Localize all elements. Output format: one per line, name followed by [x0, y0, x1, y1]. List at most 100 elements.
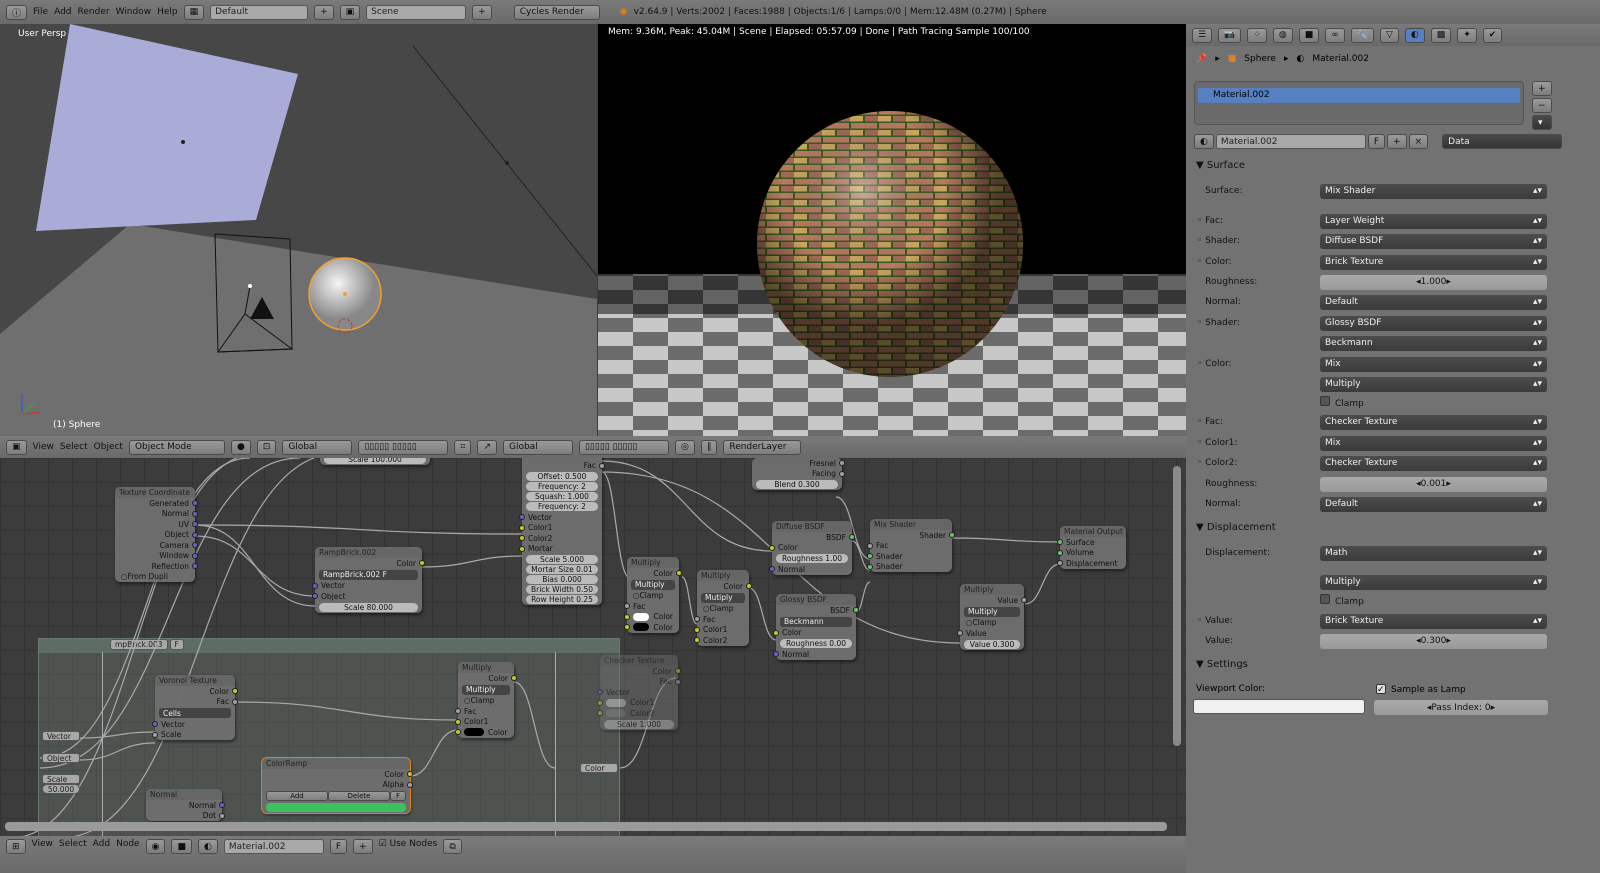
link-select[interactable]: Data [1442, 134, 1563, 149]
socket-out[interactable] [599, 462, 605, 469]
menu-select[interactable]: Select [60, 442, 88, 452]
socket-out[interactable] [219, 812, 225, 819]
node-row[interactable]: Cells [159, 708, 231, 718]
unlink-material-button[interactable]: × [1408, 134, 1429, 149]
colorramp-gradient[interactable] [266, 802, 406, 812]
group-scale-value[interactable]: 50.000 [42, 784, 80, 794]
node-link-menu[interactable]: Mix ▴▾ [1320, 356, 1547, 372]
node-link-menu[interactable]: Mix ▴▾ [1320, 435, 1547, 451]
node-row[interactable]: Multiply [964, 606, 1020, 617]
node-link-menu[interactable]: Checker Texture ▴▾ [1320, 414, 1547, 430]
use-nodes-checkbox[interactable]: ☑ Use Nodes [379, 839, 438, 849]
node-row[interactable]: Roughness 1.00 [776, 554, 848, 563]
material-tab[interactable]: ◐ [1404, 27, 1425, 43]
panel-surface[interactable]: ▼ Surface [1196, 160, 1245, 171]
socket-in[interactable] [312, 582, 318, 589]
socket-out[interactable] [407, 771, 413, 777]
socket-in[interactable] [1057, 549, 1063, 556]
socket-link-icon[interactable]: ◦ [1197, 458, 1205, 468]
menu-select[interactable]: Select [59, 839, 87, 849]
world-tab[interactable]: ◍ [1272, 27, 1293, 43]
layers-tab[interactable]: ⁘ [1247, 27, 1267, 43]
socket-in[interactable] [455, 718, 461, 725]
3d-viewport[interactable]: User Persp (1) Sphere [0, 24, 597, 436]
node-multiply[interactable]: Multiply Value Multiply ○ Clamp Value Value 0… [957, 584, 1027, 650]
constraints-tab[interactable]: ∞ [1325, 27, 1345, 43]
material-name-field[interactable]: Material.002 [1215, 134, 1366, 149]
menu-add[interactable]: Add [93, 839, 110, 849]
node-checker-texture[interactable]: Checker Texture Color Fac Vector Color1 Color… [597, 655, 681, 730]
particles-tab[interactable]: ✦ [1457, 27, 1477, 43]
socket-in[interactable] [773, 651, 779, 657]
menu-render[interactable]: Render [78, 7, 110, 17]
group-input-scale[interactable]: Scale [42, 774, 80, 784]
node-link-menu[interactable]: Math ▴▾ [1320, 545, 1547, 561]
orientation-select[interactable]: Global [282, 439, 353, 455]
node-editor[interactable]: mpBrick.003 F Scale 100.000 Texture Coord… [0, 458, 1186, 836]
socket-out[interactable] [192, 552, 198, 559]
socket-link-icon[interactable]: ◦ [1197, 236, 1205, 246]
socket-link-icon[interactable]: ◦ [1197, 438, 1205, 448]
add-slot-button[interactable]: + [1532, 81, 1552, 96]
socket-out[interactable] [839, 460, 845, 466]
node-link-menu[interactable]: Diffuse BSDF ▴▾ [1320, 233, 1547, 249]
node-link-menu[interactable]: Brick Texture ▴▾ [1320, 254, 1547, 270]
node-row[interactable]: Frequency: 2 [526, 502, 598, 511]
group-input-object[interactable]: Object [42, 753, 80, 763]
socket-out[interactable] [192, 563, 198, 569]
socket-out[interactable] [192, 500, 198, 506]
node-voronoi-texture[interactable]: Voronoi Texture Color Fac Cells Vector Scale [152, 675, 238, 740]
render-tab[interactable]: 📷 [1218, 27, 1242, 43]
socket-in[interactable] [957, 630, 963, 636]
color-swatch[interactable] [633, 612, 650, 621]
viewport-color-swatch[interactable] [1193, 699, 1365, 714]
editor-type-button[interactable]: ⓘ [6, 4, 28, 20]
node-mix-shader[interactable]: Mix Shader Shader Fac Shader Shader [867, 519, 955, 572]
node-texture-coordinate[interactable]: Texture Coordinate Generated Normal UV Objec… [115, 487, 198, 582]
node-row[interactable]: Squash: 1.000 [526, 492, 598, 501]
socket-out[interactable] [853, 607, 859, 613]
node-link-menu[interactable]: Mix Shader ▴▾ [1320, 183, 1547, 199]
texture-tab[interactable]: ▩ [1430, 27, 1452, 43]
menu-object[interactable]: Object [94, 442, 123, 452]
socket-out[interactable] [407, 781, 413, 788]
socket-in[interactable] [694, 637, 700, 643]
value-slider[interactable]: ◂ 0.300 ▸ [1320, 633, 1547, 649]
data-tab[interactable]: ▽ [1379, 27, 1399, 43]
color-swatch[interactable] [464, 728, 484, 737]
node-link-menu[interactable]: Brick Texture ▴▾ [1320, 613, 1547, 629]
socket-out[interactable] [232, 688, 238, 694]
node-multiply[interactable]: Multiply Color Mutiply ○ Clamp Fac Color1 Colo… [694, 570, 752, 646]
socket-out[interactable] [675, 668, 681, 674]
socket-out[interactable] [232, 698, 238, 705]
socket-in[interactable] [867, 542, 873, 549]
node-row[interactable]: Beckmann [780, 616, 852, 627]
sample-as-lamp-checkbox[interactable]: ✓ Sample as Lamp [1376, 684, 1466, 695]
node-row[interactable]: Scale 5.000 [526, 555, 598, 564]
color-swatch[interactable] [633, 623, 650, 632]
color-swatch[interactable] [606, 709, 626, 718]
scene-field[interactable]: Scene [366, 4, 467, 20]
pivot-select[interactable]: ⊡ [256, 439, 277, 455]
menu-view[interactable]: View [33, 442, 54, 452]
editor-type-button[interactable]: ☰ [1192, 27, 1213, 43]
manipulator-button[interactable]: ↗ [477, 439, 497, 455]
socket-in[interactable] [519, 545, 525, 552]
socket-in[interactable] [694, 616, 700, 622]
node-normal[interactable]: Normal Normal Dot [146, 789, 225, 821]
material-add-button[interactable]: + [353, 839, 373, 854]
node-row[interactable]: Scale 80.000 [319, 602, 418, 612]
node-node[interactable]: Scale 100.000 [320, 458, 430, 465]
node-row[interactable]: Brick Width 0.50 [526, 585, 598, 594]
socket-in[interactable] [769, 566, 775, 572]
value-slider[interactable]: ◂ 0.001 ▸ [1320, 476, 1547, 492]
node-row[interactable]: Scale 1.000 [604, 719, 674, 729]
socket-in[interactable] [597, 710, 603, 716]
shader-nodes-button[interactable]: ◉ [145, 839, 166, 854]
modifiers-tab[interactable]: 🔧 [1350, 27, 1374, 43]
node-row[interactable]: Bias 0.000 [526, 575, 598, 584]
socket-link-icon[interactable]: ◦ [1197, 616, 1205, 626]
socket-in[interactable] [519, 524, 525, 531]
orientation-select-2[interactable]: Global [502, 439, 573, 455]
socket-in[interactable] [152, 731, 158, 738]
